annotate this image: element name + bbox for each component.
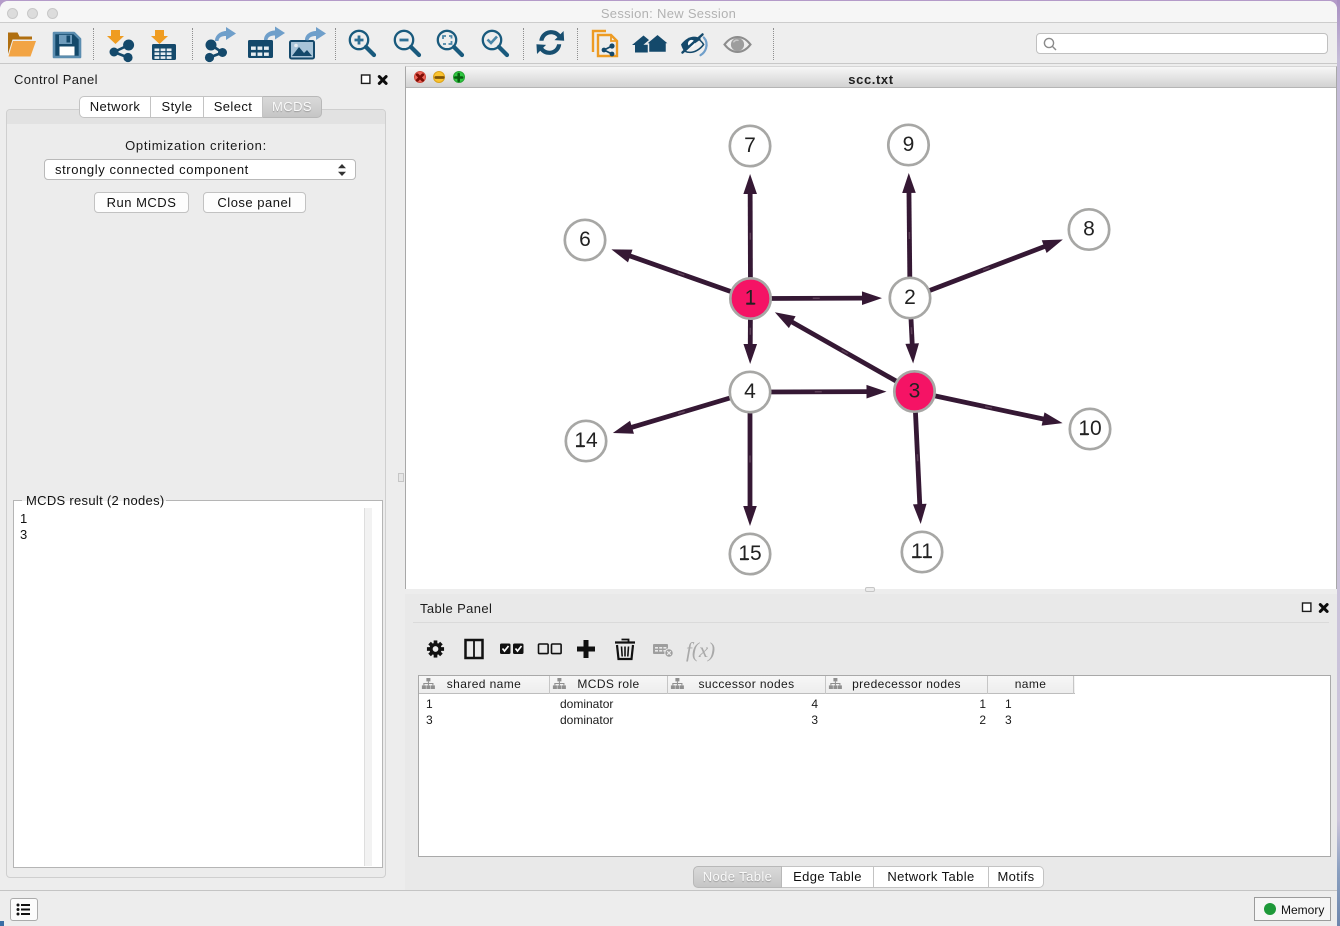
svg-text:14: 14 [574, 429, 598, 452]
svg-text:6: 6 [579, 228, 591, 251]
svg-text:7: 7 [744, 134, 756, 157]
svg-text:4: 4 [744, 380, 756, 403]
svg-text:15: 15 [738, 542, 761, 565]
svg-text:f(x): f(x) [686, 638, 715, 662]
svg-text:11: 11 [911, 540, 933, 563]
svg-text:9: 9 [903, 133, 915, 156]
svg-text:3: 3 [909, 380, 921, 403]
svg-text:2: 2 [904, 286, 916, 309]
svg-text:1: 1 [745, 287, 757, 310]
svg-text:10: 10 [1078, 417, 1101, 440]
svg-text:8: 8 [1083, 218, 1095, 241]
